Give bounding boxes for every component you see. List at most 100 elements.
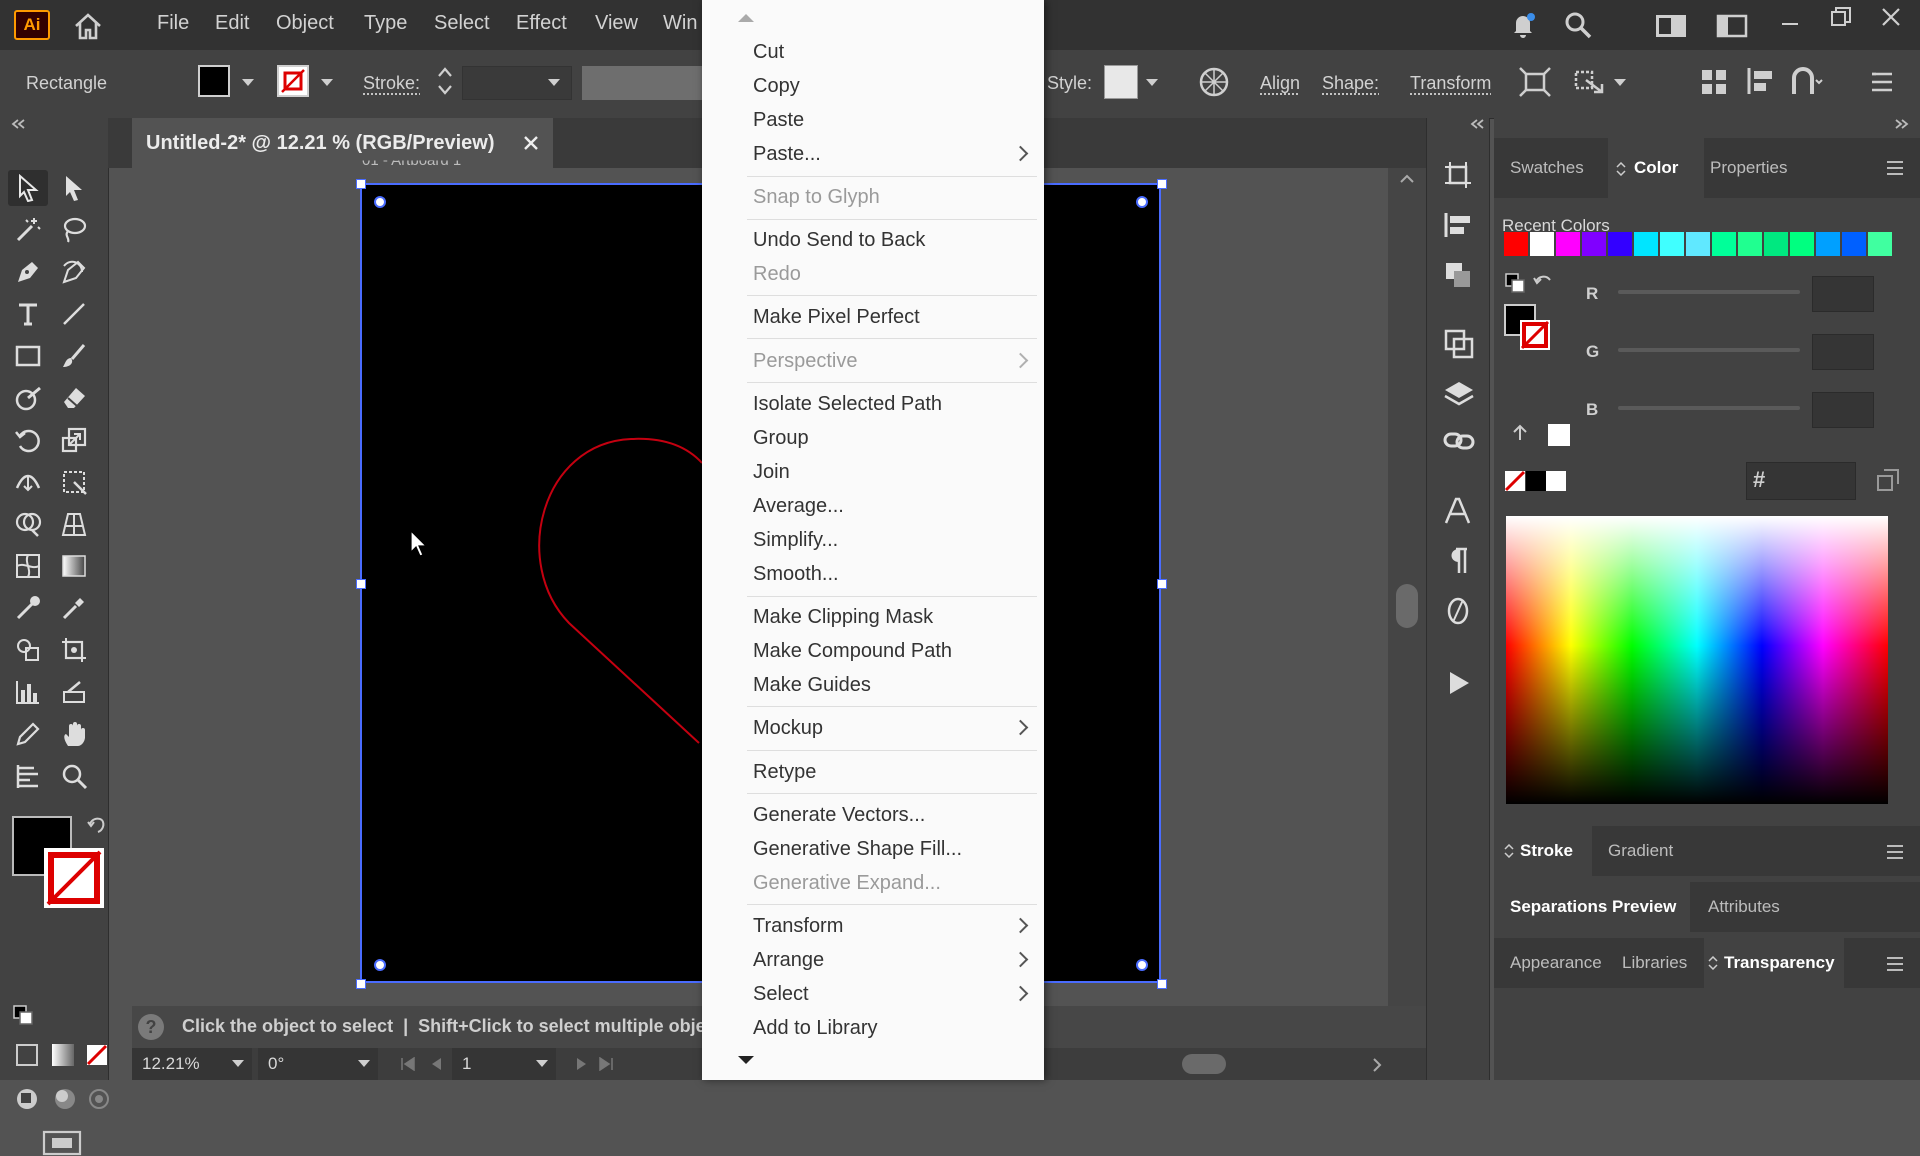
menu-type[interactable]: Type [364,12,407,35]
handle-top-left[interactable] [356,179,366,189]
color-mode-icon[interactable] [16,1044,38,1066]
collapse-toolbar-icon[interactable] [10,118,26,130]
menu-item-average[interactable]: Average... [753,495,844,518]
artboards-panel-icon[interactable] [1443,160,1473,190]
opentype-panel-icon[interactable] [1445,596,1471,626]
scale-tool-icon[interactable] [54,422,94,458]
menu-item-make-pixel-perfect[interactable]: Make Pixel Perfect [753,306,920,329]
menu-item-select[interactable]: Select [753,983,809,1006]
direct-selection-tool-icon[interactable] [54,170,94,206]
collapse-panels-icon[interactable] [1469,118,1485,130]
slice-tool-icon[interactable] [54,674,94,710]
style-swatch[interactable] [1104,65,1138,99]
transform-panel-icon[interactable] [1443,328,1475,360]
menu-file[interactable]: File [157,12,189,35]
menu-item-smooth[interactable]: Smooth... [753,563,839,586]
stroke-swatch[interactable] [277,65,309,97]
pathfinder-icon[interactable] [1790,66,1824,96]
artboard-number-field[interactable]: 1 [452,1048,556,1080]
menu-item-add-to-library[interactable]: Add to Library [753,1017,878,1040]
stroke-weight-chevron-icon[interactable] [548,79,560,86]
draw-inside-icon[interactable] [86,1086,112,1112]
menu-object[interactable]: Object [276,12,334,35]
panel-default-colors-icon[interactable] [1504,272,1526,294]
channel-r-field[interactable] [1812,276,1874,312]
rotation-field[interactable]: 0° [258,1048,378,1080]
eraser-tool-icon[interactable] [54,380,94,416]
black-color-chip[interactable] [1526,471,1546,491]
last-artboard-icon[interactable] [598,1057,614,1071]
pathfinder-panel-icon[interactable] [1443,260,1473,290]
swap-fill-stroke-icon[interactable] [86,816,106,836]
channel-b-field[interactable] [1812,392,1874,428]
copy-color-icon[interactable] [1876,468,1900,492]
draw-behind-icon[interactable] [52,1086,78,1112]
menu-scroll-up-icon[interactable] [736,12,756,24]
puppet-warp-chevron-icon[interactable] [1614,79,1626,86]
transparency-panel-menu-icon[interactable] [1886,956,1904,972]
menu-item-mockup[interactable]: Mockup [753,717,823,740]
gradient-tool-icon[interactable] [54,548,94,584]
recolor-artwork-icon[interactable] [1198,66,1230,98]
shape-builder-tool-icon[interactable] [8,506,48,542]
menu-item-group[interactable]: Group [753,427,809,450]
first-artboard-icon[interactable] [400,1057,416,1071]
menu-item-generate-vectors[interactable]: Generate Vectors... [753,804,925,827]
shaper-tool-icon[interactable] [8,380,48,416]
control-panel-menu-icon[interactable] [1870,70,1894,94]
corner-widget-top-left[interactable] [374,196,386,208]
rectangle-tool-icon[interactable] [8,338,48,374]
menu-item-undo[interactable]: Undo Send to Back [753,229,925,252]
default-fill-stroke-icon[interactable] [12,1004,34,1026]
align-objects-icon[interactable] [1700,66,1728,96]
document-tab[interactable]: Untitled-2* @ 12.21 % (RGB/Preview) [132,118,553,168]
minimize-icon[interactable] [1780,12,1800,32]
fill-swatch[interactable] [198,65,230,97]
color-panel-menu-icon[interactable] [1886,160,1904,176]
menu-view[interactable]: View [595,12,638,35]
channel-b-slider[interactable] [1618,406,1800,410]
selection-tool-icon[interactable] [8,170,48,206]
channel-g-field[interactable] [1812,334,1874,370]
perspective-grid-tool-icon[interactable] [54,506,94,542]
channel-r-slider[interactable] [1618,290,1800,294]
workspace-icon[interactable] [1655,14,1687,38]
print-tiling-tool-icon[interactable] [8,758,48,794]
style-chevron-icon[interactable] [1146,79,1158,86]
tab-properties[interactable]: Properties [1710,148,1787,188]
channel-g-slider[interactable] [1618,348,1800,352]
gradient-mode-icon[interactable] [52,1044,74,1066]
type-tool-icon[interactable] [8,296,48,332]
recent-color-swatch[interactable] [1504,232,1528,256]
stroke-color-box[interactable] [44,848,104,908]
zoom-chevron-icon[interactable] [232,1060,244,1067]
variable-width-field[interactable] [582,66,702,100]
recent-color-swatch[interactable] [1686,232,1710,256]
color-spectrum[interactable] [1506,516,1888,804]
rotation-chevron-icon[interactable] [358,1060,370,1067]
collapse-dock-icon[interactable] [1894,118,1910,130]
recent-color-swatch[interactable] [1738,232,1762,256]
distribute-objects-icon[interactable] [1746,66,1776,96]
scroll-right-icon[interactable] [1372,1058,1382,1072]
screen-mode-icon[interactable] [42,1128,82,1156]
recent-color-swatch[interactable] [1842,232,1866,256]
layers-panel-icon[interactable] [1443,378,1475,410]
recent-color-swatch[interactable] [1530,232,1554,256]
corner-widget-bottom-right[interactable] [1136,959,1148,971]
stroke-label[interactable]: Stroke: [363,73,420,94]
mesh-tool-icon[interactable] [8,548,48,584]
stroke-dropdown-chevron-icon[interactable] [321,79,333,86]
character-panel-icon[interactable] [1443,496,1473,526]
menu-item-make-clipping-mask[interactable]: Make Clipping Mask [753,606,933,629]
zoom-field[interactable]: 12.21% [132,1048,252,1080]
rotate-tool-icon[interactable] [8,422,48,458]
menu-item-isolate-selected-path[interactable]: Isolate Selected Path [753,393,942,416]
menu-item-paste-more[interactable]: Paste... [753,143,821,166]
horizontal-scroll-thumb[interactable] [1182,1054,1226,1074]
handle-bottom-right[interactable] [1157,979,1167,989]
previous-artboard-icon[interactable] [430,1057,442,1071]
recent-color-swatch[interactable] [1764,232,1788,256]
notifications-icon[interactable] [1508,10,1538,40]
recent-color-swatch[interactable] [1712,232,1736,256]
